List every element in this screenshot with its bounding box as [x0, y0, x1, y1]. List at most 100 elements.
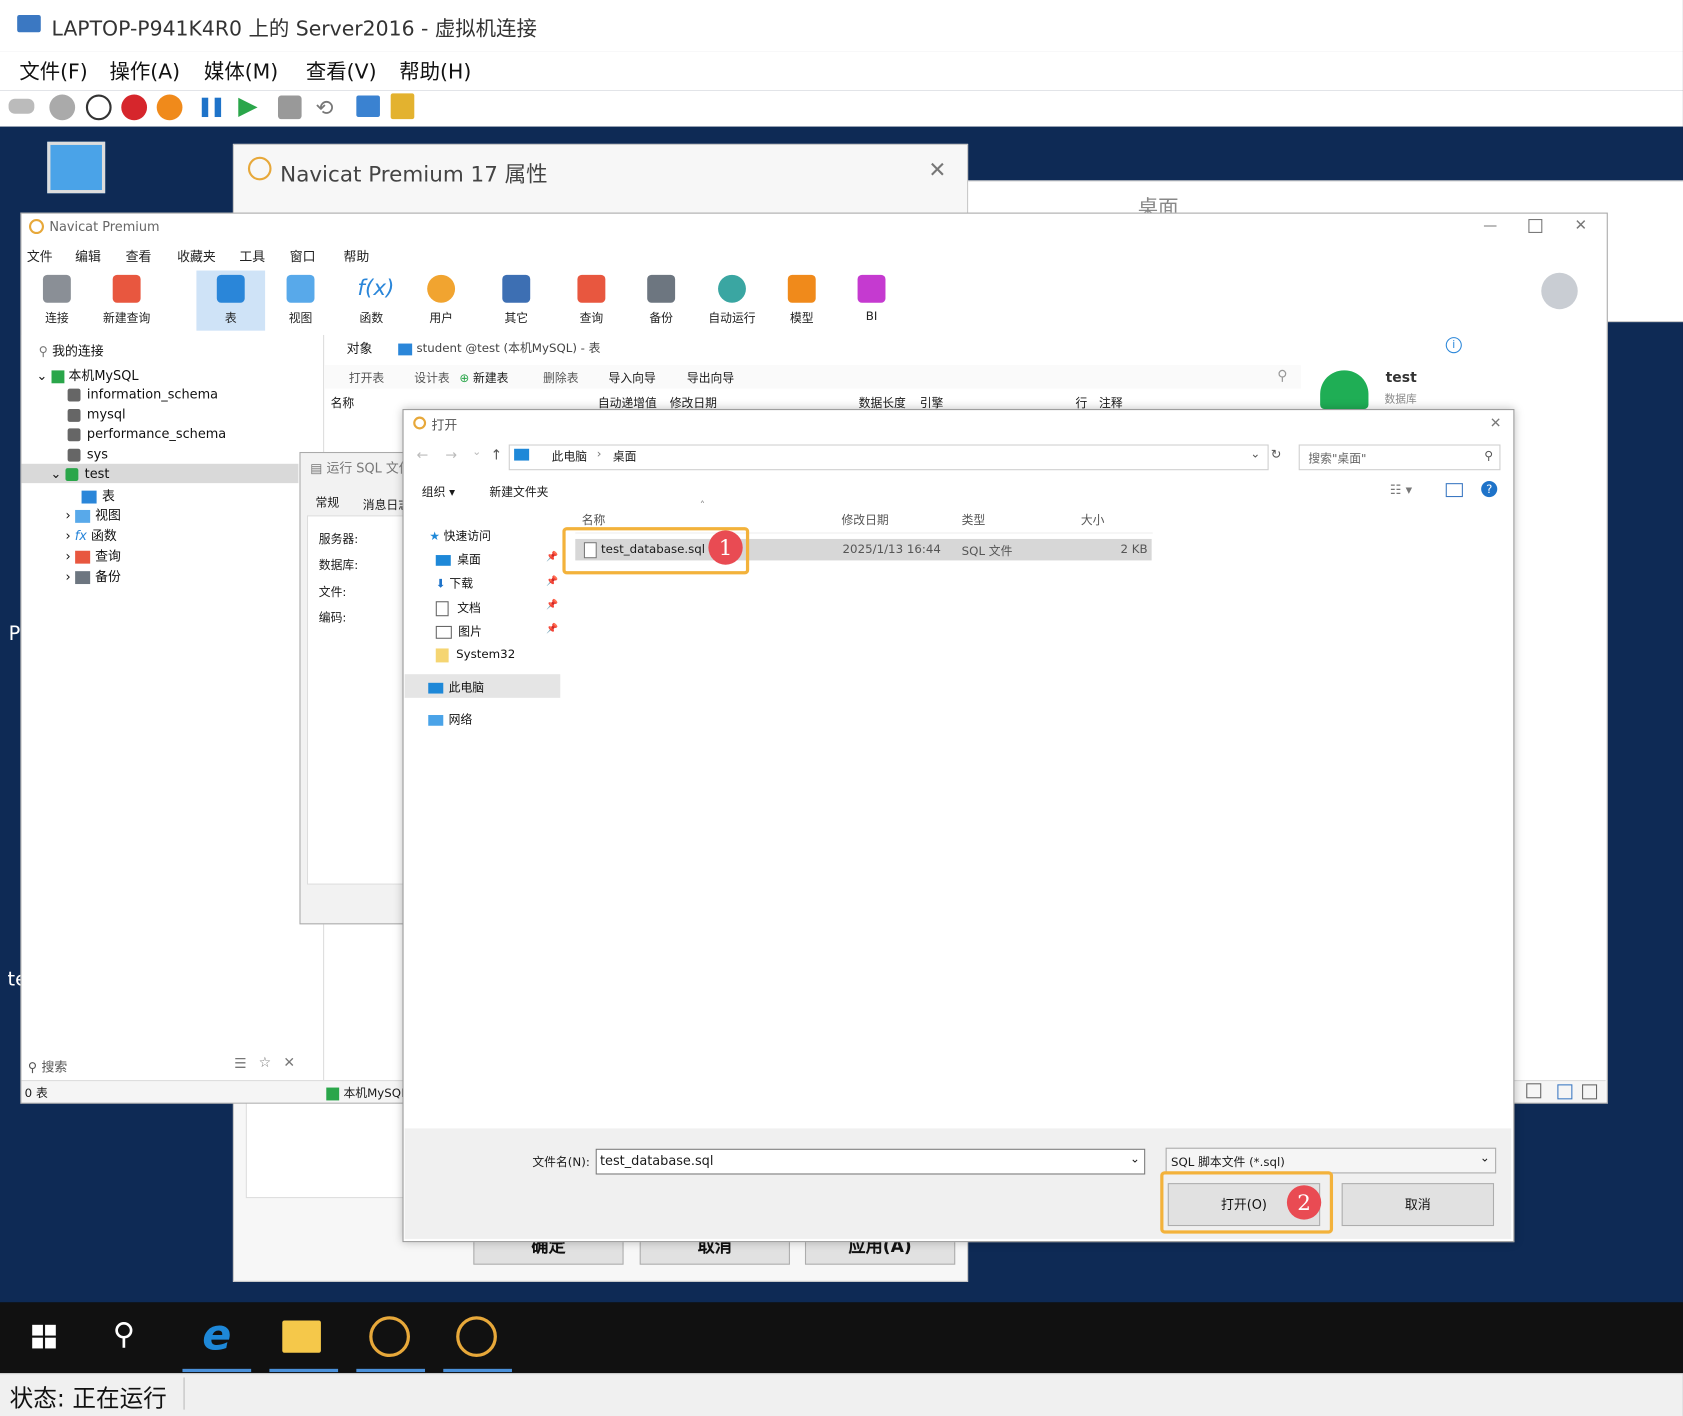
run-sql-tab-general[interactable]: 常规 [316, 494, 340, 511]
tab-student-table[interactable]: student @test (本机MySQL) - 表 [398, 339, 600, 356]
file-explorer-icon[interactable] [282, 1320, 321, 1353]
share-icon[interactable] [390, 93, 415, 120]
vm-menu-help[interactable]: 帮助(H) [399, 56, 471, 85]
pause-icon[interactable] [201, 97, 222, 118]
design-table-button[interactable]: 设计表 [414, 369, 449, 386]
back-icon[interactable]: ← [416, 448, 428, 464]
filter-icon[interactable]: ☰ [234, 1056, 247, 1072]
tree-db-information-schema[interactable]: information_schema [67, 386, 218, 402]
tree-test-views[interactable]: › 视图 [65, 506, 120, 524]
ribbon-bi[interactable]: BI [839, 271, 903, 331]
search-input[interactable]: 搜索"桌面" ⚲ [1298, 444, 1501, 471]
ribbon-automation[interactable]: 自动运行 [700, 271, 764, 331]
navicat-menu-file[interactable]: 文件 [27, 247, 53, 265]
list-view-icon[interactable] [1557, 1084, 1573, 1100]
nav-pictures[interactable]: 图片 [435, 623, 482, 640]
collapse-icon[interactable]: ✕ [283, 1055, 295, 1071]
navicat-menu-window[interactable]: 窗口 [290, 247, 316, 265]
tree-db-performance-schema[interactable]: performance_schema [67, 426, 226, 441]
close-icon[interactable]: ✕ [1490, 415, 1502, 431]
navicat-menu-edit[interactable]: 编辑 [75, 247, 101, 265]
ribbon-new-query[interactable]: 新建查询 [94, 271, 158, 331]
tree-test-backups[interactable]: › 备份 [65, 567, 120, 585]
up-icon[interactable]: ↑ [490, 448, 502, 464]
revert-icon[interactable]: ⟲ [316, 94, 334, 120]
help-icon[interactable]: ? [1481, 480, 1498, 498]
vm-menu-action[interactable]: 操作(A) [109, 56, 180, 85]
run-sql-tab-log[interactable]: 消息日志 [363, 496, 404, 513]
detail-view-icon[interactable] [1582, 1084, 1598, 1100]
pin-icon[interactable]: 📌 [546, 624, 558, 635]
navicat-taskbar-icon-2[interactable] [456, 1316, 497, 1358]
ribbon-table[interactable]: 表 [196, 270, 266, 331]
breadcrumb-this-pc[interactable]: 此电脑 [552, 448, 587, 465]
recent-chevron-icon[interactable]: ⌄ [472, 447, 481, 459]
info-icon[interactable]: i [1445, 337, 1462, 354]
nav-network[interactable]: 网络 [428, 711, 472, 728]
tree-test-tables[interactable]: 表 [81, 486, 115, 504]
nav-documents[interactable]: 文档 [435, 599, 481, 617]
close-icon[interactable]: ✕ [1575, 217, 1588, 234]
tree-db-sys[interactable]: sys [67, 447, 108, 462]
col-name[interactable]: 名称 [331, 394, 355, 411]
nav-downloads[interactable]: ⬇ 下载 [436, 574, 473, 591]
ribbon-model[interactable]: 模型 [770, 271, 834, 331]
nav-system32[interactable]: System32 [435, 647, 515, 662]
open-table-button[interactable]: 打开表 [349, 369, 384, 386]
new-table-button[interactable]: ⊕ 新建表 [459, 369, 508, 386]
tree-connection[interactable]: ⌄ 本机MySQL [36, 366, 138, 384]
navicat-menu-favorites[interactable]: 收藏夹 [177, 247, 216, 265]
checkpoint-icon[interactable] [277, 95, 302, 120]
tree-test-queries[interactable]: › 查询 [65, 546, 120, 564]
pin-icon[interactable]: 📌 [546, 552, 558, 563]
nav-quick-access[interactable]: ★ 快速访问 [429, 527, 491, 544]
ctrl-alt-del-icon[interactable] [8, 98, 35, 114]
vm-menu-media[interactable]: 媒体(M) [204, 56, 278, 85]
navicat-taskbar-icon[interactable] [369, 1316, 411, 1358]
vm-menu-file[interactable]: 文件(F) [19, 56, 87, 85]
ribbon-backup[interactable]: 备份 [629, 271, 693, 331]
shutdown-icon[interactable] [121, 94, 148, 121]
col-file-name[interactable]: 名称 [582, 511, 606, 528]
save-state-icon[interactable] [156, 94, 183, 121]
minimize-icon[interactable]: — [1483, 218, 1497, 234]
ribbon-query[interactable]: 查询 [559, 271, 623, 331]
ribbon-other[interactable]: 其它 [484, 271, 548, 331]
cancel-button[interactable]: 取消 [1341, 1183, 1495, 1227]
vm-menu-view[interactable]: 查看(V) [306, 56, 377, 85]
ribbon-connection[interactable]: 连接 [25, 271, 89, 331]
preview-pane-icon[interactable] [1445, 483, 1463, 498]
tree-db-mysql[interactable]: mysql [67, 407, 126, 422]
chevron-down-icon[interactable]: ⌄ [1250, 447, 1260, 461]
close-icon[interactable]: ✕ [928, 157, 946, 183]
col-file-modified[interactable]: 修改日期 [841, 511, 888, 528]
pin-icon[interactable]: 📌 [546, 600, 558, 611]
navicat-menu-tools[interactable]: 工具 [239, 247, 265, 265]
enhanced-session-icon[interactable] [356, 95, 380, 118]
pin-icon[interactable]: 📌 [546, 577, 558, 588]
view-options-icon[interactable]: ☷ ▾ [1390, 482, 1412, 497]
tree-search[interactable]: ⚲ 搜索 [28, 1057, 67, 1075]
start-windows-icon[interactable] [32, 1324, 56, 1349]
filetype-select[interactable]: SQL 脚本文件 (*.sql) ⌄ [1165, 1147, 1497, 1174]
grid-view-icon[interactable] [1526, 1083, 1542, 1099]
col-file-type[interactable]: 类型 [962, 511, 986, 528]
import-wizard-button[interactable]: 导入向导 [609, 369, 656, 386]
filename-input[interactable]: test_database.sql ⌄ [595, 1148, 1146, 1175]
internet-explorer-icon[interactable]: e [193, 1312, 240, 1359]
maximize-icon[interactable] [1528, 219, 1543, 233]
nav-this-pc[interactable]: 此电脑 [428, 679, 484, 696]
ribbon-user[interactable]: 用户 [409, 271, 473, 331]
delete-table-button[interactable]: 删除表 [543, 369, 578, 386]
this-pc-desktop-icon[interactable] [47, 141, 106, 194]
forward-icon[interactable]: → [445, 448, 457, 464]
turn-off-icon[interactable] [85, 94, 112, 121]
new-folder-button[interactable]: 新建文件夹 [489, 483, 548, 500]
search-icon[interactable]: ⚲ [1277, 368, 1287, 384]
resume-icon[interactable] [238, 97, 258, 118]
tree-test-functions[interactable]: › fx 函数 [65, 526, 116, 544]
organize-button[interactable]: 组织 ▾ [422, 483, 455, 500]
tree-db-test[interactable]: ⌄ test [50, 466, 109, 481]
ribbon-function[interactable]: f(x) 函数 [339, 271, 403, 331]
tree-root[interactable]: ⚲ 我的连接 [39, 341, 104, 359]
